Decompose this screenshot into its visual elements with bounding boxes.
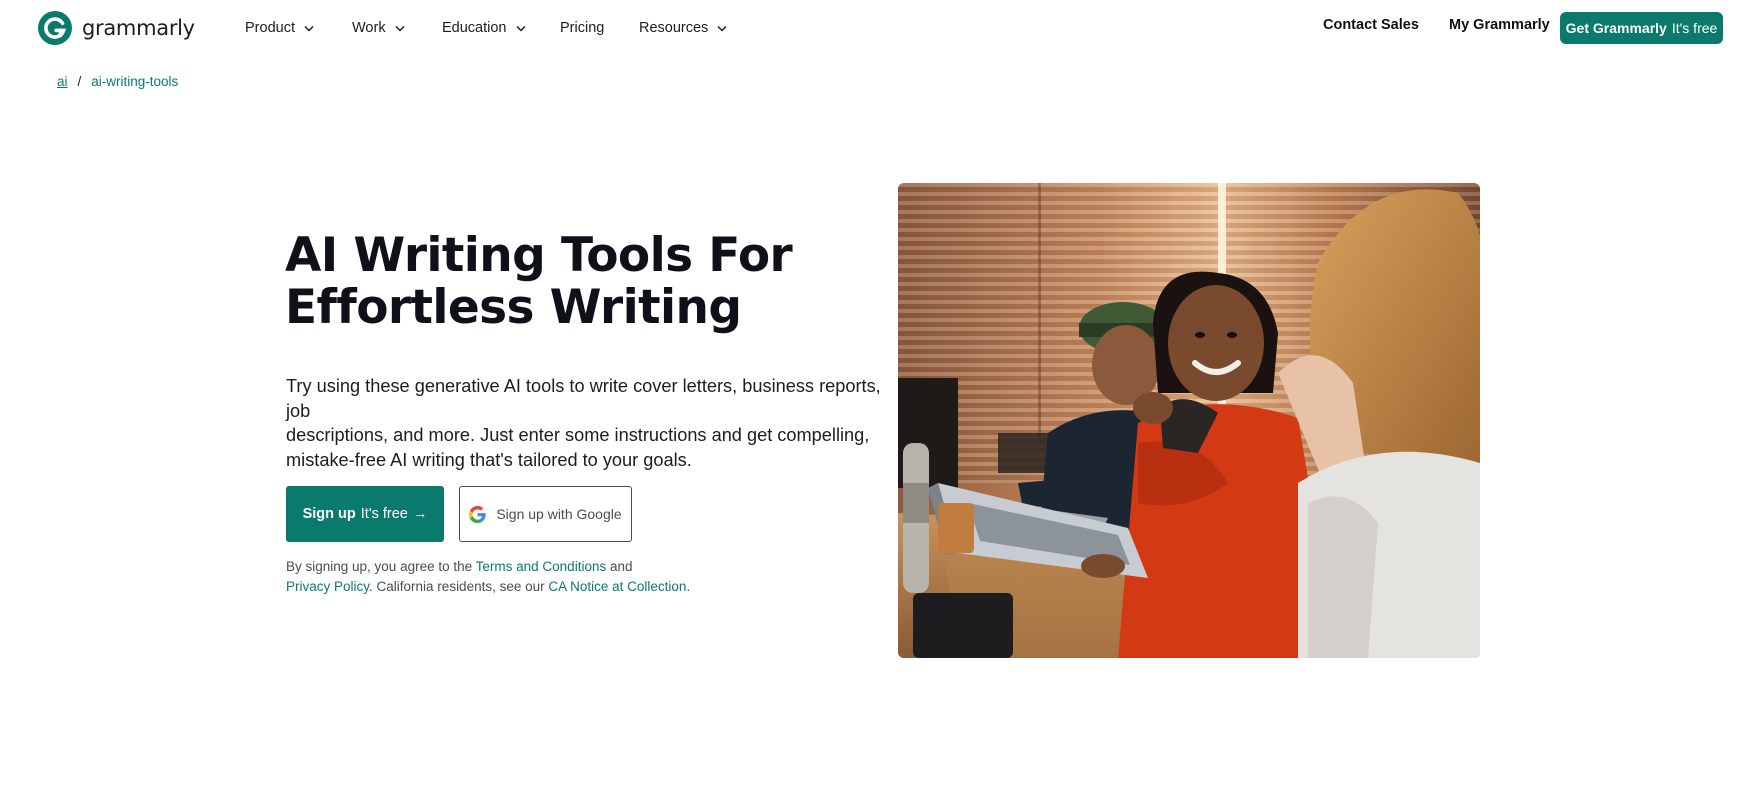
nav-resources-label: Resources	[639, 20, 709, 36]
contact-sales-link[interactable]: Contact Sales	[1323, 17, 1419, 33]
page-title-line-2: Effortless Writing	[285, 280, 742, 335]
site-header: grammarly Product Work Education Pricing…	[0, 0, 1760, 56]
chevron-down-icon	[395, 25, 405, 32]
google-g-icon	[469, 505, 486, 523]
nav-work-label: Work	[352, 20, 386, 36]
sign-up-button[interactable]: Sign up It's free →	[286, 486, 444, 542]
arrow-right-icon: →	[412, 506, 428, 522]
sign-up-free-label: It's free	[360, 506, 408, 522]
page-title: AI Writing Tools For Effortless Writing	[285, 230, 845, 334]
sign-up-label: Sign up	[302, 506, 356, 522]
grammarly-logo[interactable]: grammarly	[38, 11, 195, 45]
get-grammarly-button[interactable]: Get Grammarly It's free	[1560, 12, 1723, 44]
chevron-down-icon	[304, 25, 314, 32]
nav-pricing-label: Pricing	[560, 20, 605, 36]
brand-name: grammarly	[82, 16, 195, 40]
privacy-policy-link[interactable]: Privacy Policy	[286, 579, 369, 594]
breadcrumb: ai / ai-writing-tools	[57, 74, 178, 89]
page-title-line-1: AI Writing Tools For	[285, 228, 793, 283]
hero-description: Try using these generative AI tools to w…	[286, 374, 886, 472]
chevron-down-icon	[515, 25, 526, 32]
legal-text-3: . California residents, see our	[369, 579, 549, 594]
legal-text-2: and	[606, 559, 633, 574]
nav-education-label: Education	[442, 20, 507, 36]
nav-work[interactable]: Work	[352, 17, 405, 39]
breadcrumb-current-link[interactable]: ai-writing-tools	[91, 74, 178, 89]
legal-notice: By signing up, you agree to the Terms an…	[286, 557, 716, 597]
legal-text-1: By signing up, you agree to the	[286, 559, 476, 574]
get-grammarly-free-label: It's free	[1671, 20, 1718, 36]
terms-link[interactable]: Terms and Conditions	[476, 559, 607, 574]
hero-description-line-3: mistake-free AI writing that's tailored …	[286, 449, 692, 470]
chevron-down-icon	[717, 25, 727, 32]
nav-resources[interactable]: Resources	[639, 17, 727, 39]
sign-up-with-google-label: Sign up with Google	[496, 506, 622, 522]
hero-photo	[898, 183, 1480, 658]
grammarly-g-icon	[38, 11, 72, 45]
get-grammarly-label: Get Grammarly	[1565, 20, 1667, 36]
breadcrumb-separator: /	[77, 74, 82, 89]
sign-up-with-google-button[interactable]: Sign up with Google	[459, 486, 632, 542]
breadcrumb-ai-link[interactable]: ai	[57, 74, 68, 89]
hero-description-line-2: descriptions, and more. Just enter some …	[286, 425, 870, 445]
nav-product[interactable]: Product	[245, 17, 314, 39]
nav-pricing[interactable]: Pricing	[560, 17, 604, 39]
hero-description-line-1: Try using these generative AI tools to w…	[286, 376, 881, 421]
nav-education[interactable]: Education	[442, 17, 526, 39]
my-grammarly-link[interactable]: My Grammarly	[1449, 17, 1550, 33]
legal-text-4: .	[686, 579, 691, 594]
nav-product-label: Product	[245, 20, 295, 36]
ca-notice-link[interactable]: CA Notice at Collection	[548, 579, 686, 594]
